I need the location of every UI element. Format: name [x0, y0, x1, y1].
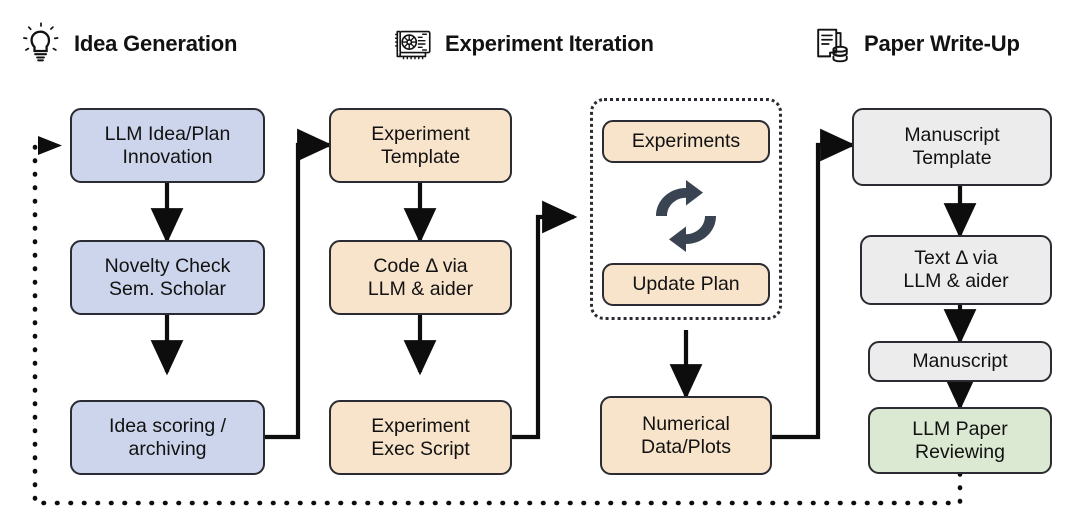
node-line-1: Numerical [642, 412, 730, 435]
node-line-1: LLM Idea/Plan [104, 122, 231, 145]
node-line-1: Update Plan [632, 273, 740, 296]
node-line-2: LLM & aider [903, 270, 1009, 292]
stage-header-paper-write-up: Paper Write-Up [812, 22, 1020, 66]
node-line-2: Template [912, 147, 992, 169]
node-manuscript-template[interactable]: Manuscript Template [852, 108, 1052, 186]
node-line-1: Novelty Check [104, 254, 231, 277]
node-experiment-exec-script[interactable]: Experiment Exec Script [329, 400, 512, 475]
node-line-2: Reviewing [915, 440, 1005, 463]
node-manuscript[interactable]: Manuscript [868, 341, 1052, 382]
node-line-2: Data/Plots [641, 435, 731, 458]
stage-header-label: Experiment Iteration [445, 31, 654, 56]
node-experiment-template[interactable]: Experiment Template [329, 108, 512, 183]
node-llm-paper-reviewing[interactable]: LLM Paper Reviewing [868, 407, 1052, 474]
node-line-2: Exec Script [371, 437, 470, 460]
node-line-2: LLM & aider [367, 277, 474, 300]
node-novelty-check-sem-scholar[interactable]: Novelty Check Sem. Scholar [70, 240, 265, 315]
document-database-icon [812, 22, 852, 66]
node-update-plan[interactable]: Update Plan [602, 263, 770, 306]
gpu-card-icon [393, 22, 433, 66]
node-line-1: Idea scoring / [108, 414, 227, 437]
stage-header-label: Paper Write-Up [864, 31, 1020, 56]
node-line-1: Experiment [371, 122, 470, 145]
lightbulb-icon [22, 22, 62, 66]
node-text-delta-via-llm-aider[interactable]: Text Δ via LLM & aider [860, 235, 1052, 305]
node-line-1: LLM Paper [912, 417, 1008, 440]
stage-header-idea-generation: Idea Generation [22, 22, 237, 66]
stage-header-label: Idea Generation [74, 31, 238, 56]
pipeline-diagram: Idea Generation Experiment Iteration Pap… [0, 0, 1080, 519]
node-line-1: Experiment [371, 414, 470, 437]
refresh-cycle-icon [646, 178, 726, 259]
node-idea-scoring-archiving[interactable]: Idea scoring / archiving [70, 400, 265, 475]
node-line-1: Text Δ via [914, 247, 998, 270]
node-line-1: Experiments [631, 130, 741, 153]
node-line-2: archiving [128, 437, 207, 460]
node-code-delta-via-llm-aider[interactable]: Code Δ via LLM & aider [329, 240, 512, 315]
stage-header-experiment-iteration: Experiment Iteration [393, 22, 654, 66]
node-line-2: Innovation [122, 145, 213, 168]
node-numerical-data-plots[interactable]: Numerical Data/Plots [600, 396, 772, 475]
node-line-2: Sem. Scholar [108, 277, 227, 300]
node-llm-idea-plan-innovation[interactable]: LLM Idea/Plan Innovation [70, 108, 265, 183]
node-line-2: Template [380, 145, 461, 168]
node-line-1: Manuscript [912, 350, 1008, 373]
node-line-1: Code Δ via [373, 254, 468, 277]
node-experiments[interactable]: Experiments [602, 120, 770, 163]
node-line-1: Manuscript [904, 124, 1000, 147]
